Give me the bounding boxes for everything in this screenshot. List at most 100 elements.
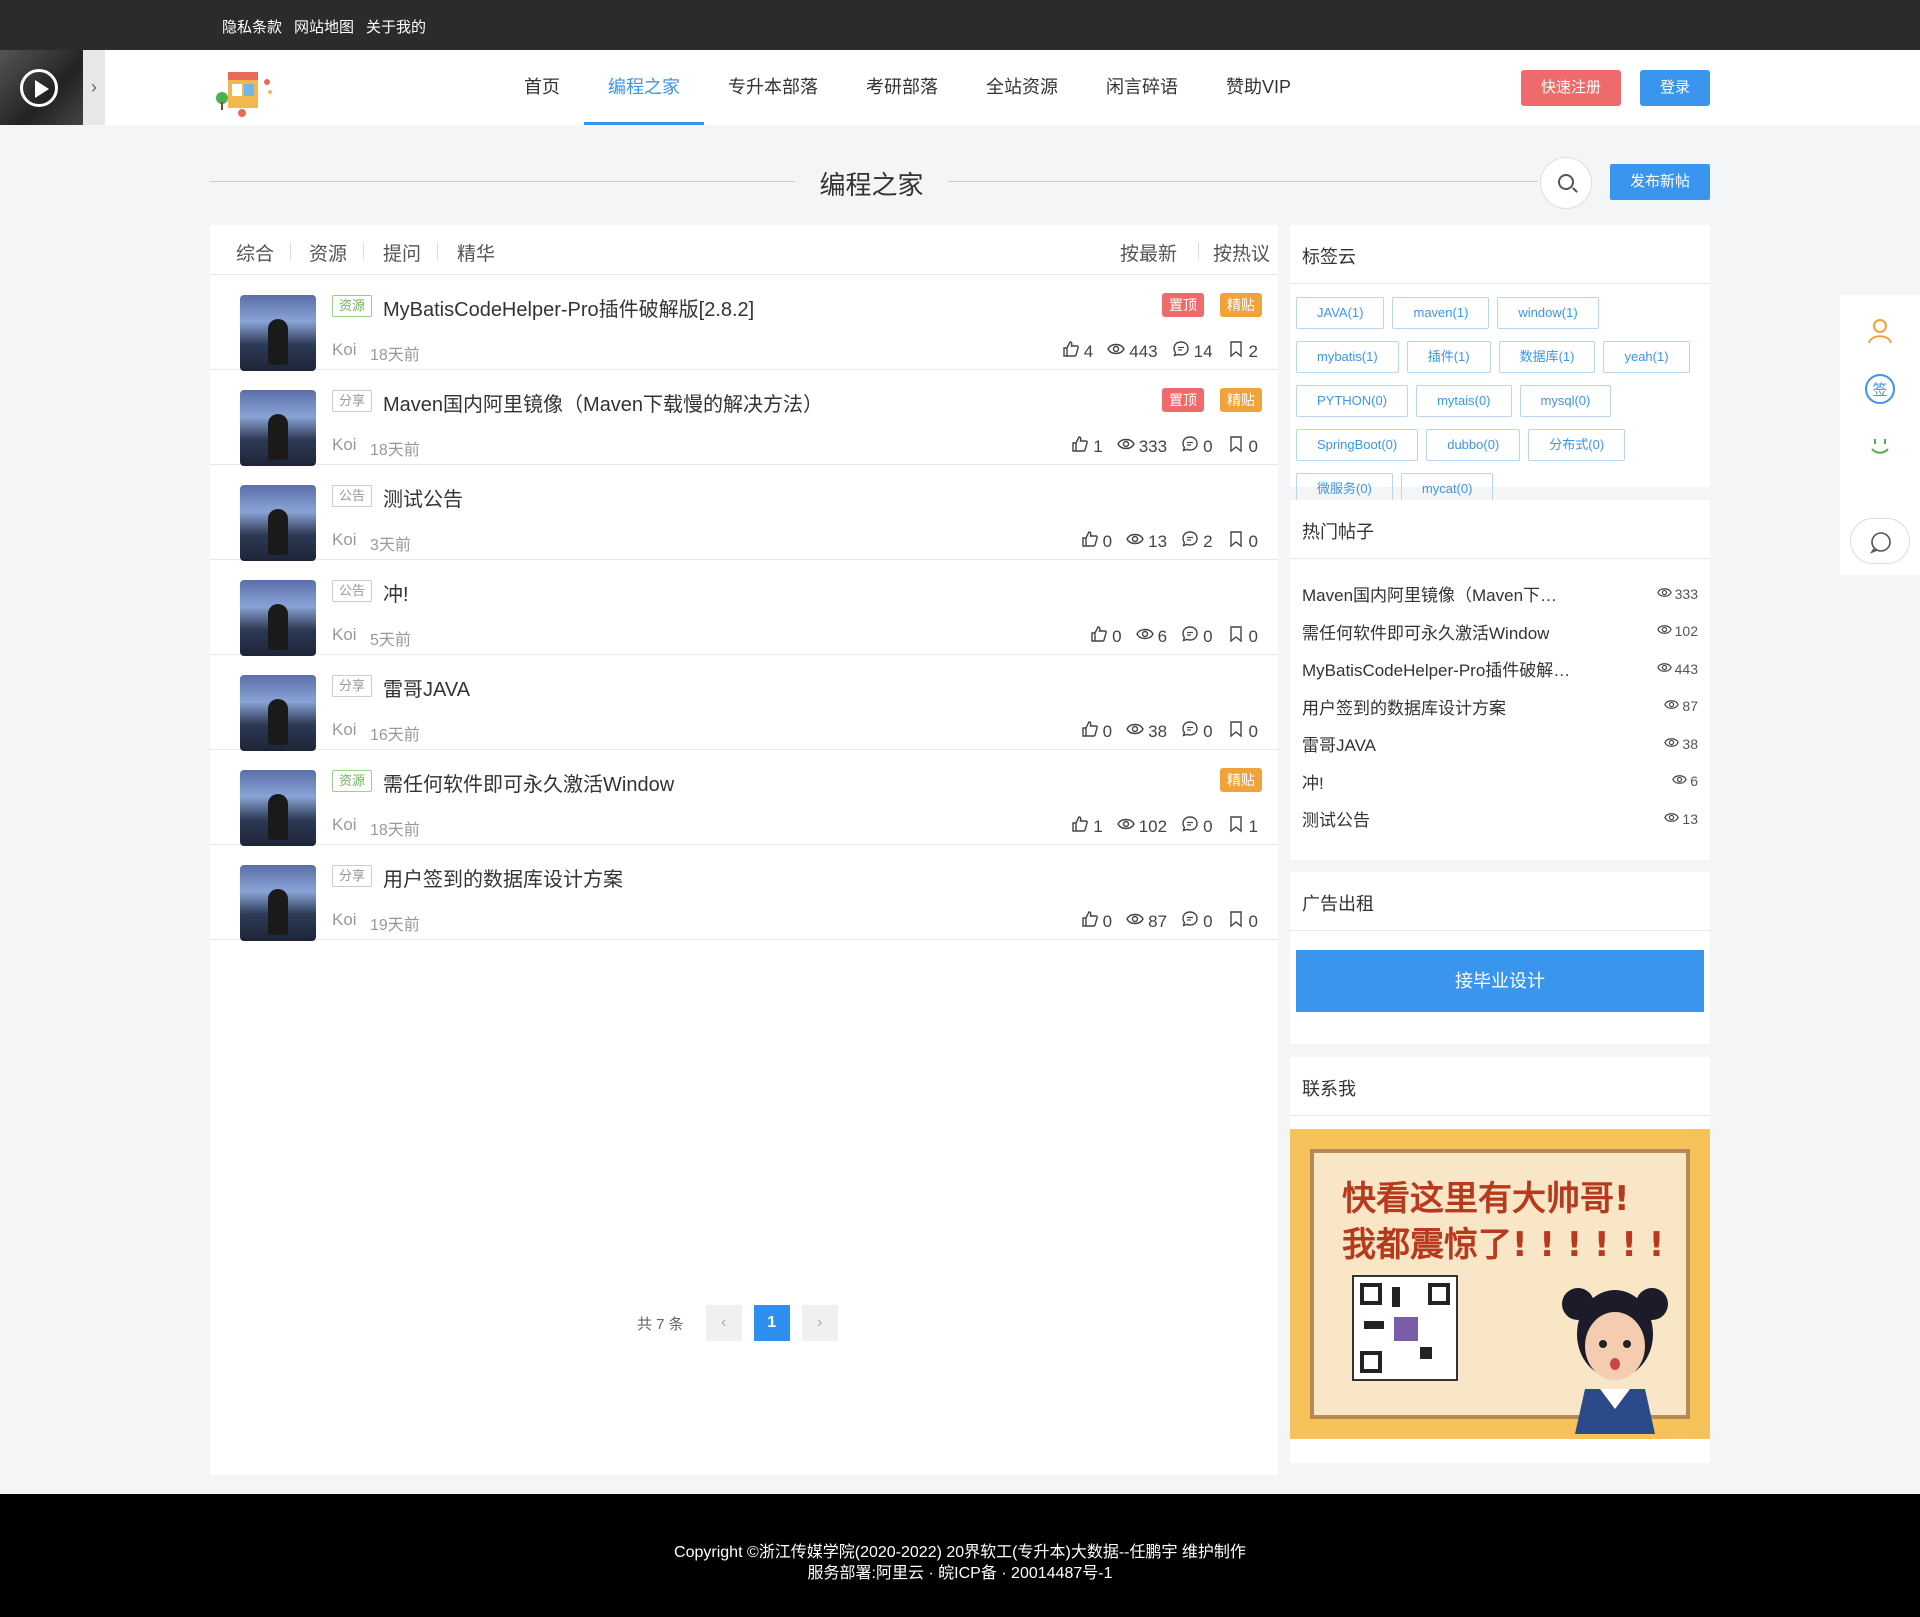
post-title[interactable]: 测试公告 bbox=[383, 483, 463, 512]
nav-chat[interactable]: 闲言碎语 bbox=[1082, 50, 1202, 125]
tag-chip[interactable]: window(1) bbox=[1497, 297, 1599, 329]
hot-post-title[interactable]: 雷哥JAVA bbox=[1302, 731, 1376, 756]
avatar[interactable] bbox=[240, 580, 316, 656]
hot-post-item[interactable]: Maven国内阿里镜像（Maven下… 333 bbox=[1302, 575, 1698, 613]
tag-chip[interactable]: JAVA(1) bbox=[1296, 297, 1385, 329]
hot-post-title[interactable]: 需任何软件即可永久激活Window bbox=[1302, 619, 1549, 644]
post-title[interactable]: 用户签到的数据库设计方案 bbox=[383, 863, 623, 892]
site-logo[interactable] bbox=[212, 58, 280, 120]
login-button[interactable]: 登录 bbox=[1640, 70, 1710, 106]
like-count[interactable]: 0 bbox=[1081, 530, 1112, 553]
bookmark-count[interactable]: 0 bbox=[1227, 625, 1258, 648]
post-row[interactable]: 资源 MyBatisCodeHelper-Pro插件破解版[2.8.2] 置顶精… bbox=[210, 275, 1278, 371]
post-title[interactable]: 冲! bbox=[383, 578, 409, 607]
page-1-button[interactable]: 1 bbox=[753, 1305, 790, 1341]
sort-latest[interactable]: 按最新 bbox=[1120, 239, 1177, 266]
music-player[interactable]: › bbox=[0, 50, 105, 125]
tag-chip[interactable]: PYTHON(0) bbox=[1296, 385, 1409, 417]
like-count[interactable]: 1 bbox=[1071, 435, 1103, 458]
about-link[interactable]: 关于我的 bbox=[366, 16, 426, 37]
nav-postgrad[interactable]: 考研部落 bbox=[842, 50, 962, 125]
post-author[interactable]: Koi bbox=[332, 340, 357, 360]
avatar[interactable] bbox=[240, 295, 316, 371]
bookmark-count[interactable]: 0 bbox=[1227, 910, 1258, 933]
search-button[interactable] bbox=[1540, 157, 1592, 209]
hot-post-item[interactable]: 用户签到的数据库设计方案 87 bbox=[1302, 688, 1698, 726]
bookmark-count[interactable]: 1 bbox=[1227, 815, 1258, 838]
sitemap-link[interactable]: 网站地图 bbox=[294, 16, 354, 37]
post-author[interactable]: Koi bbox=[332, 910, 357, 930]
user-icon[interactable] bbox=[1864, 315, 1896, 347]
tab-questions[interactable]: 提问 bbox=[383, 239, 421, 266]
post-row[interactable]: 分享 雷哥JAVA Koi 16天前 0 38 0 0 bbox=[210, 655, 1278, 751]
hot-post-title[interactable]: MyBatisCodeHelper-Pro插件破解… bbox=[1302, 656, 1570, 681]
next-page-button[interactable]: › bbox=[801, 1305, 838, 1341]
avatar[interactable] bbox=[240, 675, 316, 751]
nav-home[interactable]: 首页 bbox=[500, 50, 584, 125]
nav-vip[interactable]: 赞助VIP bbox=[1202, 50, 1315, 125]
bookmark-count[interactable]: 0 bbox=[1227, 530, 1258, 553]
post-author[interactable]: Koi bbox=[332, 815, 357, 835]
privacy-link[interactable]: 隐私条款 bbox=[222, 16, 282, 37]
post-title[interactable]: MyBatisCodeHelper-Pro插件破解版[2.8.2] bbox=[383, 293, 754, 322]
bookmark-count[interactable]: 2 bbox=[1227, 340, 1258, 363]
like-count[interactable]: 0 bbox=[1081, 910, 1112, 933]
like-count[interactable]: 4 bbox=[1062, 340, 1093, 363]
tag-chip[interactable]: 分布式(0) bbox=[1528, 429, 1626, 461]
chat-button[interactable] bbox=[1850, 518, 1910, 564]
hot-post-title[interactable]: 冲! bbox=[1302, 769, 1324, 794]
post-author[interactable]: Koi bbox=[332, 625, 357, 645]
chevron-right-icon[interactable]: › bbox=[83, 50, 105, 125]
tag-chip[interactable]: mysql(0) bbox=[1519, 385, 1612, 417]
like-count[interactable]: 0 bbox=[1081, 720, 1112, 743]
post-row[interactable]: 公告 冲! Koi 5天前 0 6 0 0 bbox=[210, 560, 1278, 656]
tab-featured[interactable]: 精华 bbox=[457, 239, 495, 266]
play-icon[interactable] bbox=[20, 69, 58, 107]
hot-post-title[interactable]: Maven国内阿里镜像（Maven下… bbox=[1302, 581, 1557, 606]
like-count[interactable]: 1 bbox=[1071, 815, 1103, 838]
register-button[interactable]: 快速注册 bbox=[1521, 70, 1621, 106]
post-author[interactable]: Koi bbox=[332, 435, 357, 455]
post-author[interactable]: Koi bbox=[332, 720, 357, 740]
nav-resources[interactable]: 全站资源 bbox=[962, 50, 1082, 125]
smile-icon[interactable] bbox=[1864, 429, 1896, 461]
sort-hot[interactable]: 按热议 bbox=[1213, 239, 1270, 266]
post-author[interactable]: Koi bbox=[332, 530, 357, 550]
nav-programming[interactable]: 编程之家 bbox=[584, 50, 704, 125]
hot-post-item[interactable]: 需任何软件即可永久激活Window 102 bbox=[1302, 613, 1698, 651]
tag-chip[interactable]: mytais(0) bbox=[1416, 385, 1512, 417]
prev-page-button[interactable]: ‹ bbox=[705, 1305, 742, 1341]
like-count[interactable]: 0 bbox=[1090, 625, 1122, 648]
bookmark-count[interactable]: 0 bbox=[1227, 435, 1258, 458]
post-row[interactable]: 公告 测试公告 Koi 3天前 0 13 2 0 bbox=[210, 465, 1278, 561]
avatar[interactable] bbox=[240, 770, 316, 846]
avatar[interactable] bbox=[240, 485, 316, 561]
nav-upgrade[interactable]: 专升本部落 bbox=[704, 50, 842, 125]
tag-chip[interactable]: 插件(1) bbox=[1406, 341, 1491, 373]
sign-in-icon[interactable]: 签 bbox=[1864, 373, 1896, 405]
post-row[interactable]: 资源 需任何软件即可永久激活Window 精贴 Koi 18天前 1 102 0… bbox=[210, 750, 1278, 846]
tag-chip[interactable]: yeah(1) bbox=[1603, 341, 1690, 373]
tab-resources[interactable]: 资源 bbox=[309, 239, 347, 266]
post-title[interactable]: 需任何软件即可永久激活Window bbox=[383, 768, 674, 797]
hot-post-item[interactable]: MyBatisCodeHelper-Pro插件破解… 443 bbox=[1302, 650, 1698, 688]
avatar[interactable] bbox=[240, 390, 316, 466]
post-title[interactable]: 雷哥JAVA bbox=[383, 673, 470, 702]
ad-button[interactable]: 接毕业设计 bbox=[1296, 950, 1704, 1012]
publish-button[interactable]: 发布新帖 bbox=[1610, 164, 1710, 200]
hot-post-title[interactable]: 测试公告 bbox=[1302, 806, 1370, 831]
tab-all[interactable]: 综合 bbox=[236, 239, 274, 266]
post-row[interactable]: 分享 用户签到的数据库设计方案 Koi 19天前 0 87 0 0 bbox=[210, 845, 1278, 941]
hot-post-title[interactable]: 用户签到的数据库设计方案 bbox=[1302, 694, 1506, 719]
bookmark-count[interactable]: 0 bbox=[1227, 720, 1258, 743]
hot-post-item[interactable]: 测试公告 13 bbox=[1302, 800, 1698, 838]
tag-chip[interactable]: 数据库(1) bbox=[1498, 341, 1596, 373]
tag-chip[interactable]: mybatis(1) bbox=[1296, 341, 1399, 373]
tag-chip[interactable]: SpringBoot(0) bbox=[1296, 429, 1419, 461]
post-row[interactable]: 分享 Maven国内阿里镜像（Maven下载慢的解决方法） 置顶 精贴 Koi 1… bbox=[210, 370, 1278, 466]
hot-post-item[interactable]: 冲! 6 bbox=[1302, 763, 1698, 801]
avatar[interactable] bbox=[240, 865, 316, 941]
hot-post-item[interactable]: 雷哥JAVA 38 bbox=[1302, 725, 1698, 763]
tag-chip[interactable]: dubbo(0) bbox=[1426, 429, 1521, 461]
tag-chip[interactable]: maven(1) bbox=[1392, 297, 1490, 329]
